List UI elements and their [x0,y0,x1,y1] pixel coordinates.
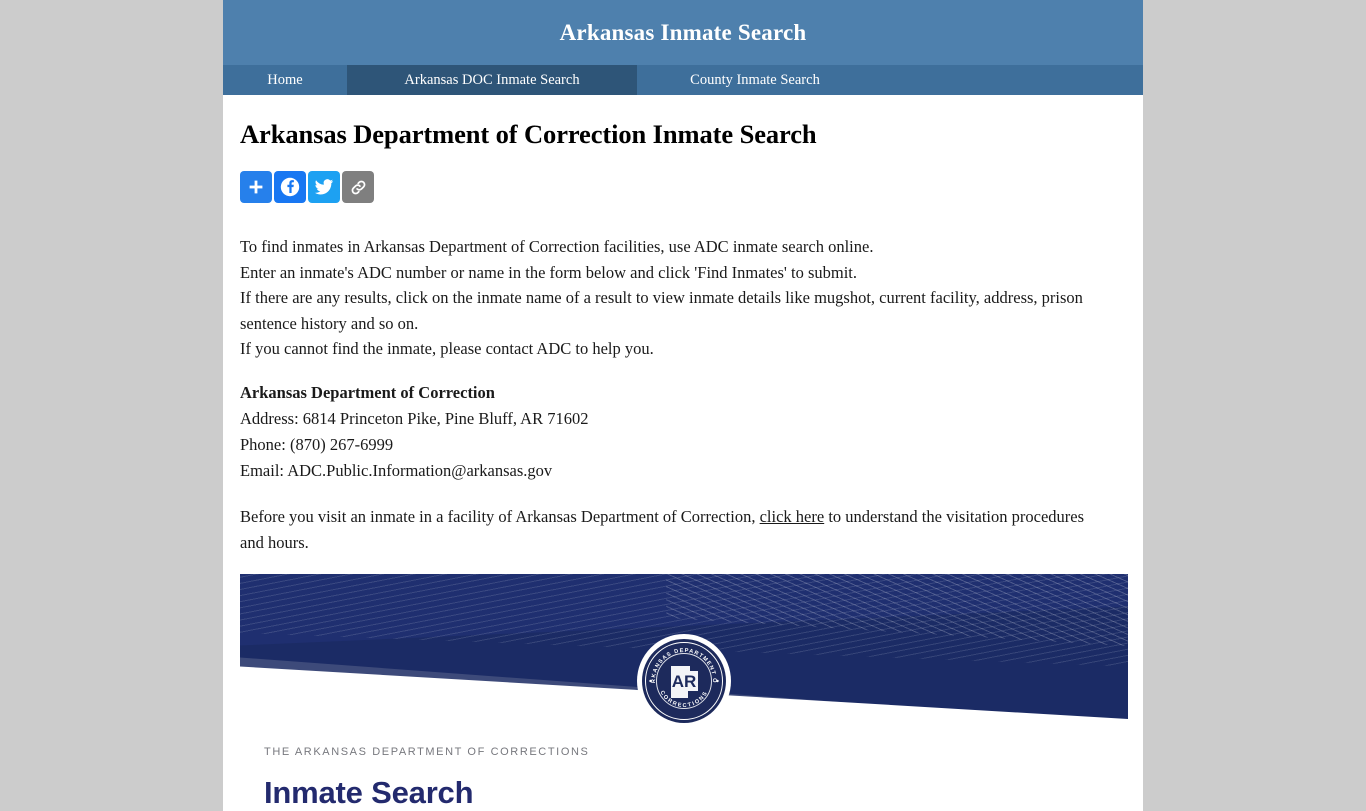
visitation-click-here-link[interactable]: click here [760,507,825,526]
agency-email: Email: ADC.Public.Information@arkansas.g… [240,460,553,480]
agency-address: Address: 6814 Princeton Pike, Pine Bluff… [240,408,589,428]
nav-item-arkansas-doc-inmate-search[interactable]: Arkansas DOC Inmate Search [347,65,637,95]
intro-line-1: To find inmates in Arkansas Department o… [240,237,874,256]
facebook-share-button[interactable] [274,171,306,203]
agency-name: Arkansas Department of Correction [240,382,495,402]
nav-item-home[interactable]: Home [223,65,347,95]
adc-seal: ARKANSAS DEPARTMENT OF CORRECTIONS AR [642,638,726,723]
adc-inner-content: THE ARKANSAS DEPARTMENT OF CORRECTIONS I… [240,724,1128,811]
visitation-text-before: Before you visit an inmate in a facility… [240,506,760,526]
twitter-share-button[interactable] [308,171,340,203]
seal-artwork: ARKANSAS DEPARTMENT OF CORRECTIONS AR [642,639,719,709]
adc-page-heading: Inmate Search [264,774,474,810]
adc-eyebrow-label: THE ARKANSAS DEPARTMENT OF CORRECTIONS [264,745,590,758]
adc-banner-graphic: ARKANSAS DEPARTMENT OF CORRECTIONS AR [240,573,1128,724]
share-plus-icon [247,178,265,196]
site-header: Arkansas Inmate Search [223,0,1143,65]
main-navigation: Home Arkansas DOC Inmate Search County I… [223,65,1143,95]
share-buttons [240,171,1127,203]
adc-seal-cutout: ARKANSAS DEPARTMENT OF CORRECTIONS AR [637,633,731,724]
intro-text: To find inmates in Arkansas Department o… [240,234,1127,362]
agency-phone: Phone: (870) 267-6999 [240,434,394,454]
visitation-paragraph: Before you visit an inmate in a facility… [240,504,1098,556]
share-plus-button[interactable] [240,171,272,203]
page-container: Arkansas Inmate Search Home Arkansas DOC… [223,0,1143,811]
agency-contact-block: Arkansas Department of Correction Addres… [240,380,1127,484]
seal-monogram: AR [672,672,697,691]
adc-embedded-site: ARKANSAS DEPARTMENT OF CORRECTIONS AR [240,573,1128,811]
intro-line-3: If there are any results, click on the i… [240,288,1083,333]
intro-line-2: Enter an inmate's ADC number or name in … [240,262,858,282]
copy-link-icon [349,178,368,197]
nav-item-county-inmate-search[interactable]: County Inmate Search [637,65,873,95]
copy-link-button[interactable] [342,171,374,203]
page-title: Arkansas Department of Correction Inmate… [240,119,817,149]
content-area: Arkansas Department of Correction Inmate… [223,95,1143,811]
twitter-icon [314,177,334,197]
facebook-icon [279,176,301,198]
intro-line-4: If you cannot find the inmate, please co… [240,339,654,358]
site-title: Arkansas Inmate Search [559,19,807,45]
